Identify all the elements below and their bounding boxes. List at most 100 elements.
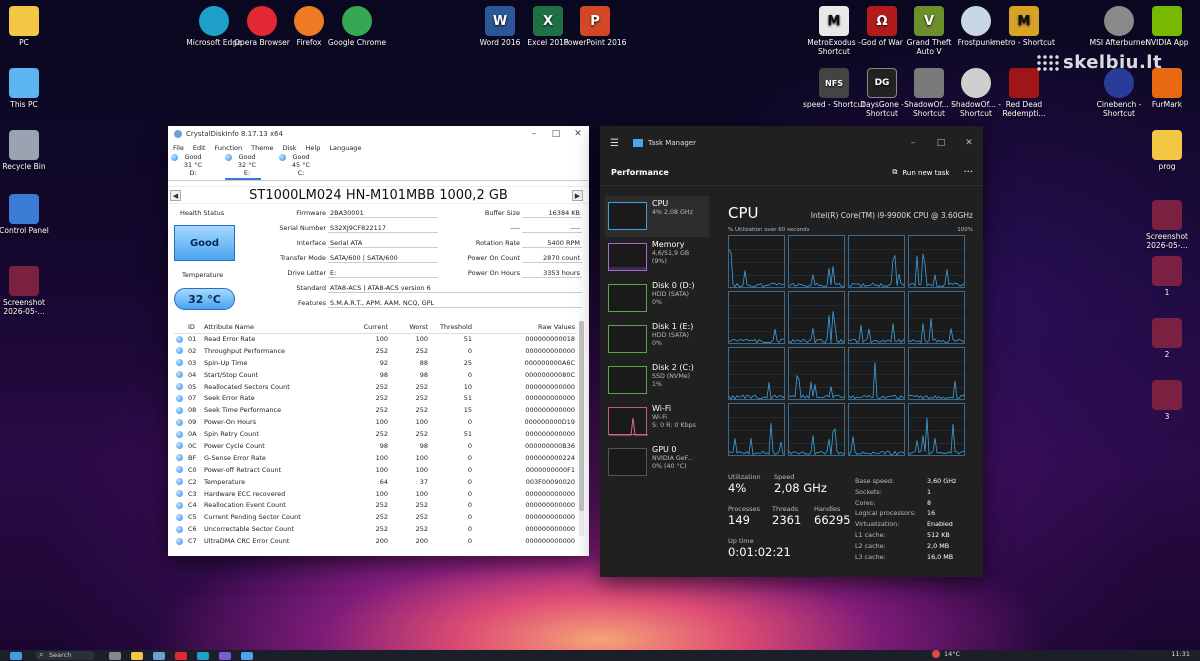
menu-help[interactable]: Help [306,144,321,152]
desktop-icon-powerpoint[interactable]: P PowerPoint 2016 [563,6,627,47]
app-taskbar-icon[interactable] [219,651,231,660]
weather-alert-icon [932,650,940,658]
desktop-icon-3[interactable]: 3 [1135,380,1199,421]
col-worst[interactable]: Worst [390,321,430,334]
table-row[interactable]: 01 Read Error Rate 100 100 51 000000000018 [174,333,577,345]
table-row[interactable]: C3 Hardware ECC recovered 100 100 0 000000000… [174,488,577,500]
desktop-icon-2[interactable]: 2 [1135,318,1199,359]
col-current[interactable]: Current [342,321,390,334]
drive-tab-c[interactable]: Good 45 °C C: [279,153,315,180]
menu-function[interactable]: Function [214,144,242,152]
nfs-icon: NFS [819,68,849,98]
sidebar-item-gpu0[interactable]: GPU 0 NVIDIA GeF... 0% (40 °C) [605,442,709,483]
start-button-icon[interactable] [10,651,22,660]
cell-worst: 100 [415,335,428,344]
weather-widget[interactable]: 14°C [932,650,960,658]
row-status-cell [174,428,186,440]
file-explorer-icon[interactable] [131,651,143,660]
desktop-icon-nvidia-app[interactable]: NVIDIA App [1135,6,1199,47]
sidebar-item-disk2[interactable]: Disk 2 (C:) SSD (NVMe) 1% [605,360,709,401]
opera-taskbar-icon[interactable] [175,651,187,660]
more-options-icon[interactable]: ··· [963,167,973,178]
cell-raw: 000000000000 [525,489,575,498]
table-row[interactable]: 0A Spin Retry Count 252 252 51 000000000000 [174,428,577,440]
menu-edit[interactable]: Edit [193,144,206,152]
desktop-icon-furmark[interactable]: FurMark [1135,68,1199,109]
close-button[interactable]: ✕ [567,129,589,139]
table-row[interactable]: C4 Reallocation Event Count 252 252 0 0000000… [174,499,577,511]
table-row[interactable]: C7 UltraDMA CRC Error Count 200 200 0 0000000… [174,535,577,547]
desktop-icon-chrome[interactable]: Google Chrome [325,6,389,47]
cell-threshold: 0 [467,489,472,498]
tm-titlebar[interactable]: ☰ Task Manager – □ ✕ [600,126,983,160]
sidebar-item-wifi[interactable]: Wi-Fi Wi-Fi S: 0 R: 0 Kbps [605,401,709,442]
maximize-button[interactable]: □ [927,138,955,148]
table-row[interactable]: 09 Power-On Hours 100 100 0 000000000D19 [174,416,577,428]
table-row[interactable]: C0 Power-off Retract Count 100 100 0 00000000… [174,464,577,476]
sidebar-item-cpu[interactable]: CPU 4% 2,08 GHz [605,196,709,237]
prev-disk-button[interactable]: ◀ [170,190,181,201]
col-threshold[interactable]: Threshold [430,321,474,334]
task-manager-taskbar-icon[interactable] [241,651,253,660]
table-row[interactable]: 02 Throughput Performance 252 252 0 000000000… [174,345,577,357]
taskbar-search[interactable]: Search [35,650,95,660]
task-view-icon[interactable] [109,651,121,660]
desktop-icon-this-pc[interactable]: This PC [0,68,56,109]
minimize-button[interactable]: – [523,129,545,139]
graph-caption-text: % Utilization over 60 seconds [728,227,810,233]
buffer-label: Buffer Size [484,209,520,217]
sidebar-item-disk0[interactable]: Disk 0 (D:) HDD (SATA) 0% [605,278,709,319]
drive-letter: E: [243,169,251,177]
close-button[interactable]: ✕ [955,138,983,148]
status-dot-icon [176,383,183,390]
desktop-icon-recycle-bin[interactable]: Recycle Bin [0,130,56,171]
run-new-task-button[interactable]: ⧉ Run new task [892,168,949,177]
table-row[interactable]: C2 Temperature 64 37 0 003F00090020 [174,476,577,488]
edge-taskbar-icon[interactable] [197,651,209,660]
desktop-icon-pc[interactable]: PC [0,6,56,47]
maximize-button[interactable]: □ [545,129,567,139]
sidebar-item-memory[interactable]: Memory 4,6/51,9 GB (9%) [605,237,709,278]
cell-threshold: 0 [467,418,472,427]
desktop-icon-screenshot-right[interactable]: Screenshot 2026-05-... [1135,200,1199,250]
cdi-titlebar[interactable]: CrystalDiskInfo 8.17.13 x64 – □ ✕ [168,126,589,142]
desktop-icon-label: prog [1158,162,1176,171]
health-status-box[interactable]: Good [174,225,235,261]
status-dot-icon [279,154,286,161]
temperature-box[interactable]: 32 °C [174,288,235,310]
menu-theme[interactable]: Theme [251,144,273,152]
drive-tab-d[interactable]: Good 31 °C D: [171,153,207,180]
col-raw[interactable]: Raw Values [474,321,577,334]
smart-scrollbar[interactable] [579,321,584,536]
table-row[interactable]: 04 Start/Stop Count 98 98 0 00000000080C [174,369,577,381]
drive-tab-e[interactable]: Good 32 °C E: [225,153,261,180]
table-row[interactable]: C6 Uncorrectable Sector Count 252 252 0 00000… [174,523,577,535]
sidebar-item-disk1[interactable]: Disk 1 (E:) HDD (SATA) 0% [605,319,709,360]
hamburger-menu-icon[interactable]: ☰ [610,138,619,149]
table-row[interactable]: 07 Seek Error Rate 252 252 51 000000000000 [174,392,577,404]
table-row[interactable]: C5 Current Pending Sector Count 252 252 0 000… [174,511,577,523]
col-attribute[interactable]: Attribute Name [202,321,342,334]
menu-disk[interactable]: Disk [283,144,297,152]
col-id[interactable]: ID [186,321,202,334]
desktop-icon-rdr[interactable]: Red Dead Redempti... [992,68,1056,118]
desktop-icon-prog[interactable]: prog [1135,130,1199,171]
desktop-icon-metro[interactable]: M metro - Shortcut [992,6,1056,47]
desktop-icon-screenshot[interactable]: Screenshot 2026-05-... [0,266,56,316]
table-row[interactable]: BF G-Sense Error Rate 100 100 0 000000000224 [174,452,577,464]
table-row[interactable]: 05 Reallocated Sectors Count 252 252 10 00000… [174,381,577,393]
desktop-icon-1[interactable]: 1 [1135,256,1199,297]
crystaldiskinfo-taskbar-icon[interactable] [153,651,165,660]
table-row[interactable]: 0C Power Cycle Count 98 98 0 000000000B36 [174,440,577,452]
table-row[interactable]: 03 Spin-Up Time 92 88 25 000000000A6C [174,357,577,369]
power-on-hours-value: 3353 hours [522,268,582,278]
table-row[interactable]: 08 Seek Time Performance 252 252 15 000000000… [174,404,577,416]
cell-worst: 100 [415,489,428,498]
taskbar-clock[interactable]: 11:31 [1171,650,1190,658]
scrollbar-thumb[interactable] [579,321,584,511]
next-disk-button[interactable]: ▶ [572,190,583,201]
menu-language[interactable]: Language [329,144,361,152]
minimize-button[interactable]: – [899,138,927,148]
menu-file[interactable]: File [173,144,184,152]
desktop-icon-control-panel[interactable]: Control Panel [0,194,56,235]
